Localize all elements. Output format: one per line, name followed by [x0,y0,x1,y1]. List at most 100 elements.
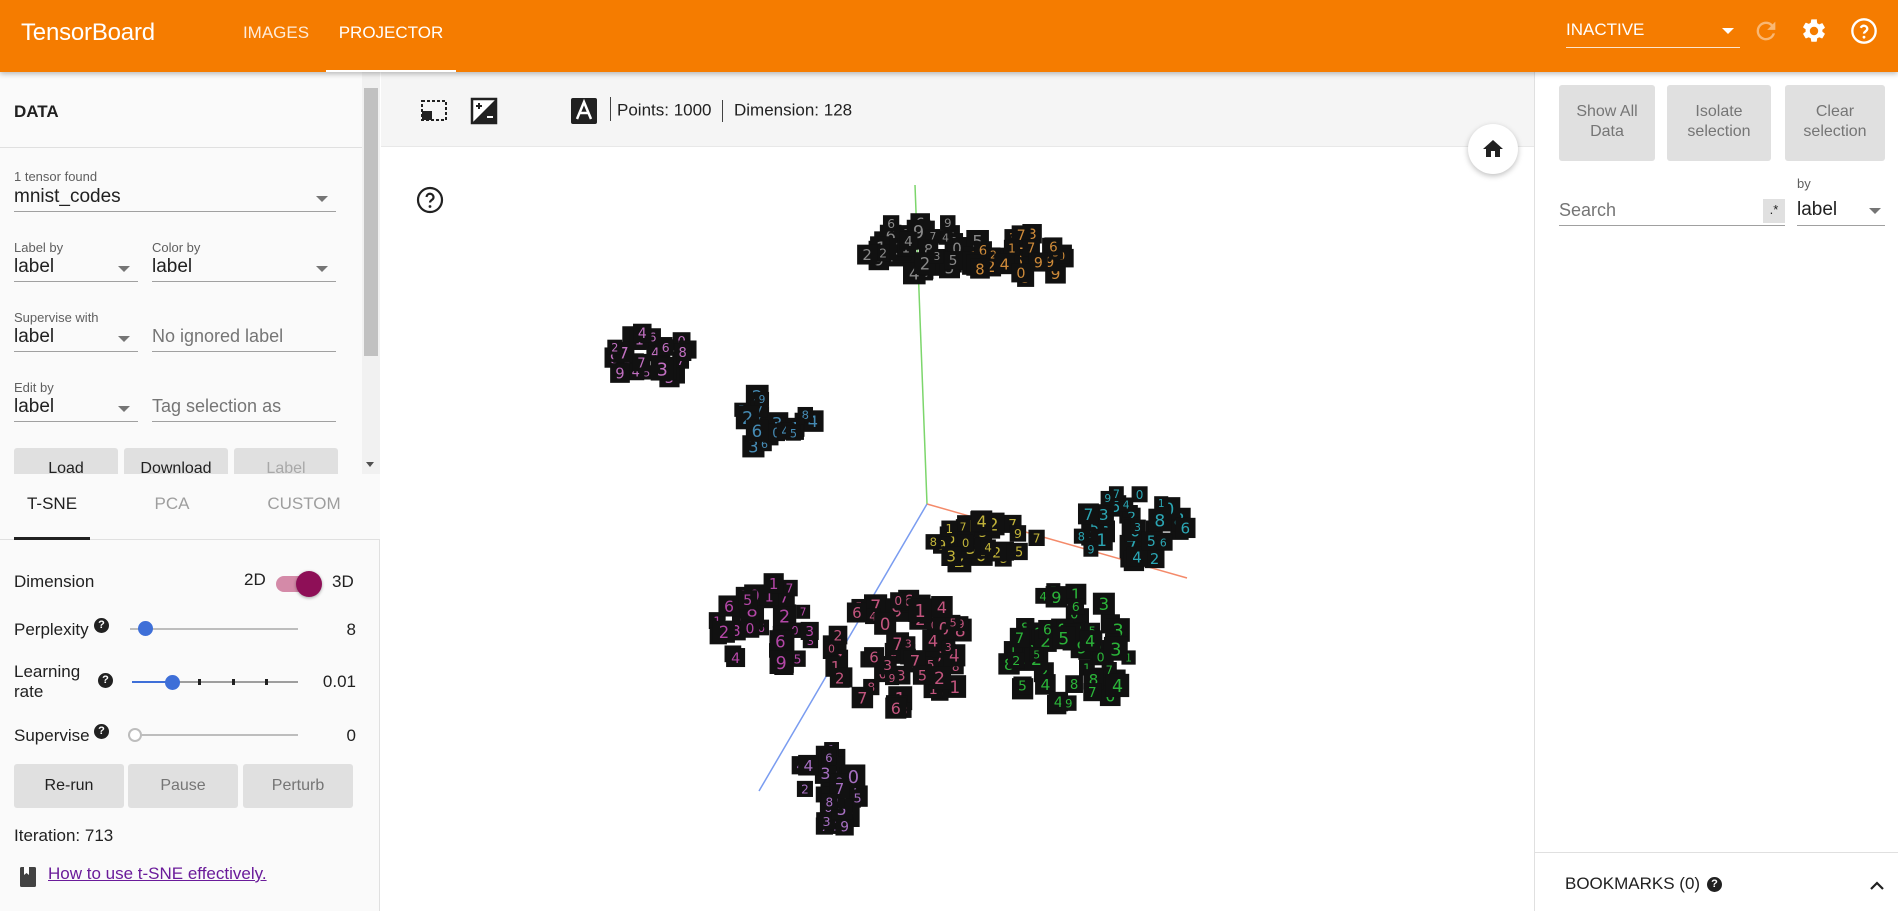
digit-thumbnail[interactable]: 2 [607,339,623,355]
chevron-up-icon[interactable] [1869,879,1885,891]
digit-thumbnail[interactable]: 4 [1105,673,1130,698]
digit-thumbnail[interactable]: 8 [970,258,990,279]
digit-thumbnail[interactable]: 0 [890,592,907,609]
perplexity-slider-knob[interactable] [138,621,154,636]
tab-tsne[interactable]: T-SNE [14,474,90,540]
label-button[interactable]: Label [234,448,338,474]
digit-thumbnail[interactable]: 4 [980,539,996,556]
digit-thumbnail[interactable]: 9 [1061,695,1077,711]
digit-thumbnail[interactable]: 9 [1009,525,1027,542]
digit-thumbnail[interactable]: 6 [769,630,792,653]
download-button[interactable]: Download [124,448,228,474]
supervise-slider[interactable] [128,734,298,736]
labels-toggle-icon[interactable] [569,96,599,126]
tab-pca[interactable]: PCA [130,474,214,540]
clear-selection-button[interactable]: Clear selection [1785,85,1885,161]
bookmarks-panel[interactable]: BOOKMARKS (0) ? [1535,852,1898,911]
help-icon[interactable] [1850,17,1878,45]
scatter-plot-3d[interactable]: 0123456789012345678901234567890123456789… [381,147,1534,911]
digit-thumbnail[interactable]: 3 [650,357,674,381]
digit-thumbnail[interactable]: 9 [940,215,956,231]
digit-thumbnail[interactable]: 6 [885,697,907,719]
digit-thumbnail[interactable]: 1 [941,520,958,537]
bookmarks-help-icon[interactable]: ? [1707,877,1722,892]
digit-thumbnail[interactable]: 9 [1045,586,1067,608]
show-all-data-button[interactable]: Show All Data [1559,85,1655,161]
digit-thumbnail[interactable]: 7 [1009,627,1030,648]
digit-thumbnail[interactable]: 4 [931,596,953,618]
digit-thumbnail[interactable]: 6 [846,602,867,623]
selection-box-icon[interactable] [419,96,449,126]
scroll-down-icon[interactable] [366,462,374,467]
digit-thumbnail[interactable]: 3 [941,546,962,566]
digit-thumbnail[interactable]: 3 [800,621,819,640]
digit-thumbnail[interactable]: 3 [1092,592,1115,615]
learning-rate-slider-knob[interactable] [165,675,181,690]
isolate-selection-button[interactable]: Isolate selection [1667,85,1771,161]
digit-thumbnail[interactable]: 9 [885,671,900,686]
settings-icon[interactable] [1800,17,1828,45]
digit-thumbnail[interactable]: 5 [785,425,801,441]
digit-thumbnail[interactable]: 7 [1077,503,1099,525]
digit-thumbnail[interactable]: 0 [874,612,897,635]
digit-thumbnail[interactable]: 9 [835,817,854,836]
digit-thumbnail[interactable]: 8 [821,793,838,810]
digit-thumbnail[interactable]: 0 [1011,263,1031,283]
perplexity-slider[interactable] [130,628,298,630]
load-button[interactable]: Load [14,448,118,474]
digit-thumbnail[interactable]: 6 [1067,598,1085,615]
digit-thumbnail[interactable]: 4 [633,323,652,343]
digit-thumbnail[interactable]: 7 [796,604,811,619]
digit-thumbnail[interactable]: 3 [1103,636,1128,661]
digit-thumbnail[interactable]: 5 [912,665,932,685]
supervise-help-icon[interactable]: ? [94,724,109,739]
reset-view-button[interactable] [1468,124,1518,174]
digit-thumbnail[interactable]: 1 [908,598,932,623]
tab-images[interactable]: IMAGES [232,0,320,72]
digit-thumbnail[interactable]: 6 [718,595,740,617]
digit-thumbnail[interactable]: 3 [929,249,944,264]
digit-thumbnail[interactable]: 7 [955,519,971,534]
rerun-button[interactable]: Re-run [14,764,124,808]
dimension-toggle[interactable] [276,571,322,597]
digit-thumbnail[interactable]: 7 [1028,529,1045,547]
digit-thumbnail[interactable]: 9 [1100,490,1115,506]
digit-thumbnail[interactable]: 4 [922,629,944,652]
tag-selection-input[interactable]: Tag selection as [152,396,336,422]
digit-thumbnail[interactable]: 6 [1175,517,1196,539]
digit-thumbnail[interactable]: 4 [1079,630,1101,652]
run-status-select[interactable]: INACTIVE [1566,16,1740,48]
digit-thumbnail[interactable]: 5 [944,251,963,269]
digit-thumbnail[interactable]: 5 [1052,626,1076,650]
digit-thumbnail[interactable]: 5 [1013,676,1032,695]
digit-thumbnail[interactable]: 2 [857,244,878,265]
label-by-select[interactable]: label [14,256,138,282]
perturb-button[interactable]: Perturb [243,764,353,808]
digit-thumbnail[interactable]: 8 [674,343,692,362]
digit-thumbnail[interactable]: 9 [769,650,793,675]
pause-button[interactable]: Pause [128,764,238,808]
tab-custom[interactable]: CUSTOM [256,474,352,540]
digit-thumbnail[interactable]: 8 [925,534,942,550]
regex-toggle-button[interactable]: .* [1763,199,1785,223]
tensor-select[interactable]: mnist_codes [14,186,336,212]
digit-thumbnail[interactable]: 8 [1065,675,1083,693]
scrollbar-thumb[interactable] [364,88,378,356]
digit-thumbnail[interactable]: 9 [610,363,630,383]
digit-thumbnail[interactable]: 4 [899,231,918,250]
tab-projector[interactable]: PROJECTOR [326,0,456,72]
ignored-label-input[interactable]: No ignored label [152,326,336,352]
perplexity-help-icon[interactable]: ? [94,618,109,633]
digit-thumbnail[interactable]: 3 [941,640,956,655]
search-by-select[interactable]: label [1797,194,1885,226]
digit-thumbnail[interactable]: 9 [1083,541,1099,557]
digit-thumbnail[interactable]: 2 [712,620,735,643]
digit-thumbnail[interactable]: 3 [901,636,916,651]
tsne-help-link[interactable]: How to use t-SNE effectively. [48,864,267,884]
digit-thumbnail[interactable]: 5 [1010,542,1028,560]
digit-thumbnail[interactable]: 7 [851,686,874,709]
digit-thumbnail[interactable]: 5 [1029,647,1044,662]
supervise-with-select[interactable]: label [14,326,138,352]
digit-thumbnail[interactable]: 2 [1007,652,1025,669]
digit-thumbnail[interactable]: 6 [882,215,900,232]
